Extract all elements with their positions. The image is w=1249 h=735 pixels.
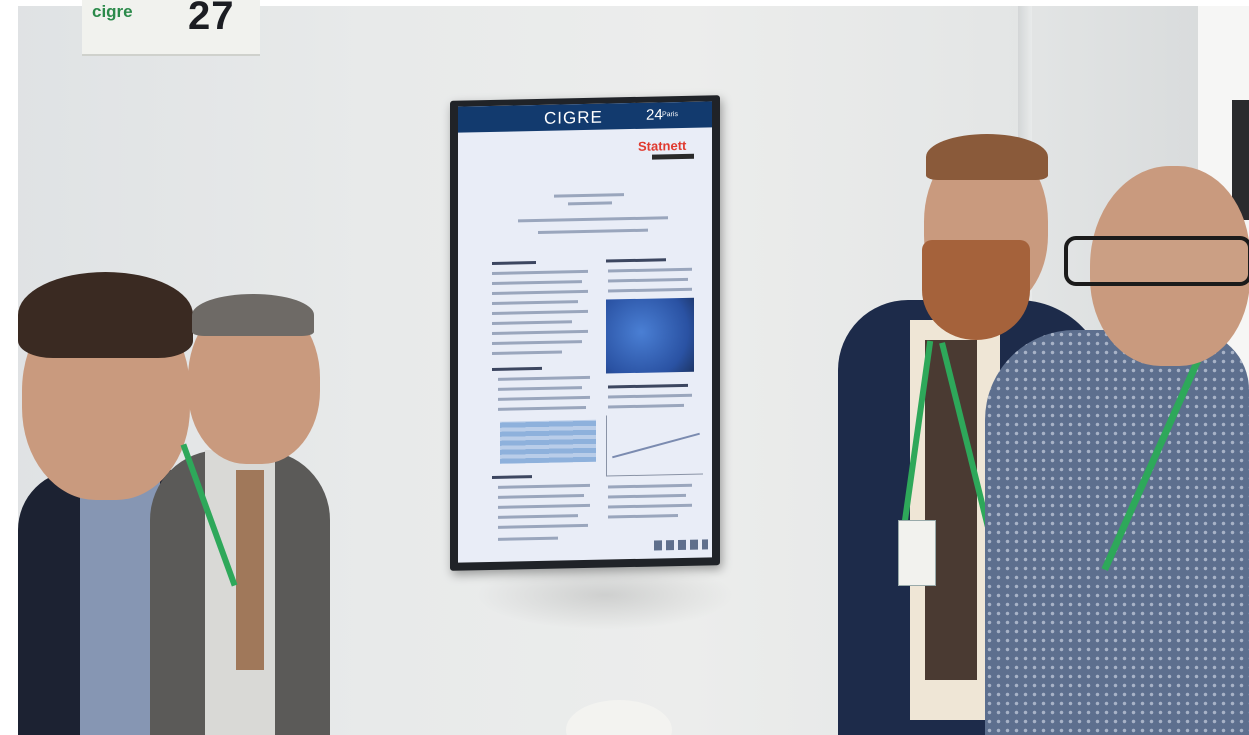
poster-screen: CIGRE 24 Paris Statnett	[458, 101, 712, 563]
poster-text-line	[568, 201, 612, 206]
poster-text-line	[492, 320, 572, 325]
left-border	[0, 0, 18, 735]
poster-text-line	[554, 193, 624, 198]
poster-text-line	[492, 475, 532, 479]
poster-text-line	[492, 350, 562, 355]
poster-text-line	[498, 395, 590, 401]
poster-text-line	[608, 403, 684, 409]
poster-text-line	[498, 375, 590, 381]
poster-banner: CIGRE 24 Paris	[458, 101, 712, 133]
poster-text-line	[608, 514, 678, 519]
poster-text-line	[492, 261, 536, 265]
glasses-icon	[1064, 236, 1249, 286]
chart-trend	[612, 432, 700, 459]
banner-city: Paris	[662, 111, 678, 119]
poster-text-line	[492, 289, 588, 295]
poster-text-line	[492, 366, 542, 371]
person-3-badge	[898, 520, 936, 586]
poster-text-line	[608, 483, 692, 489]
poster-text-line	[538, 228, 648, 234]
poster-text-line	[608, 277, 688, 283]
person-3-beard	[922, 240, 1030, 340]
person-1-shirt	[80, 470, 160, 735]
banner-brand: CIGRE	[544, 107, 603, 128]
poster-text-line	[498, 503, 590, 509]
poster-text-line	[498, 514, 578, 519]
poster-photo	[606, 297, 694, 374]
poster-text-line	[608, 383, 688, 389]
poster-text-line	[492, 309, 588, 315]
poster-monitor: CIGRE 24 Paris Statnett	[450, 95, 720, 571]
poster-text-line	[608, 503, 692, 509]
poster-text-line	[498, 386, 582, 391]
poster-text-line	[498, 405, 586, 411]
poster-text-line	[606, 258, 666, 263]
poster-icons	[654, 539, 708, 551]
poster-table	[500, 419, 596, 464]
poster-text-line	[498, 494, 584, 499]
booth-sign: cigre 27	[82, 0, 260, 56]
person-2-tie	[236, 470, 264, 670]
statnett-logo: Statnett	[638, 137, 687, 154]
poster-text-line	[498, 483, 590, 489]
cigre-logo: cigre	[92, 2, 133, 21]
poster-text-line	[492, 340, 582, 345]
booth-number: 27	[188, 0, 235, 38]
poster-text-line	[608, 393, 692, 399]
photo-scene: cigre 27 CIGRE 24 Paris Statnett	[0, 0, 1249, 735]
logo-subline	[652, 153, 694, 160]
poster-text-line	[492, 280, 582, 285]
person-2-hair	[192, 294, 314, 336]
person-1-hair	[18, 272, 193, 358]
poster-text-line	[492, 300, 578, 305]
poster-chart	[606, 413, 703, 477]
poster-text-line	[608, 287, 692, 293]
poster-text-line	[498, 523, 588, 529]
poster-text-line	[608, 493, 686, 499]
poster-text-line	[492, 329, 588, 335]
banner-number: 24	[646, 106, 663, 124]
poster-text-line	[518, 216, 668, 223]
table-lamp	[566, 700, 672, 735]
poster-text-line	[492, 269, 588, 275]
person-3-hair	[926, 134, 1048, 180]
poster-text-line	[498, 536, 558, 541]
monitor-shadow	[475, 560, 735, 630]
poster-text-line	[608, 267, 692, 273]
